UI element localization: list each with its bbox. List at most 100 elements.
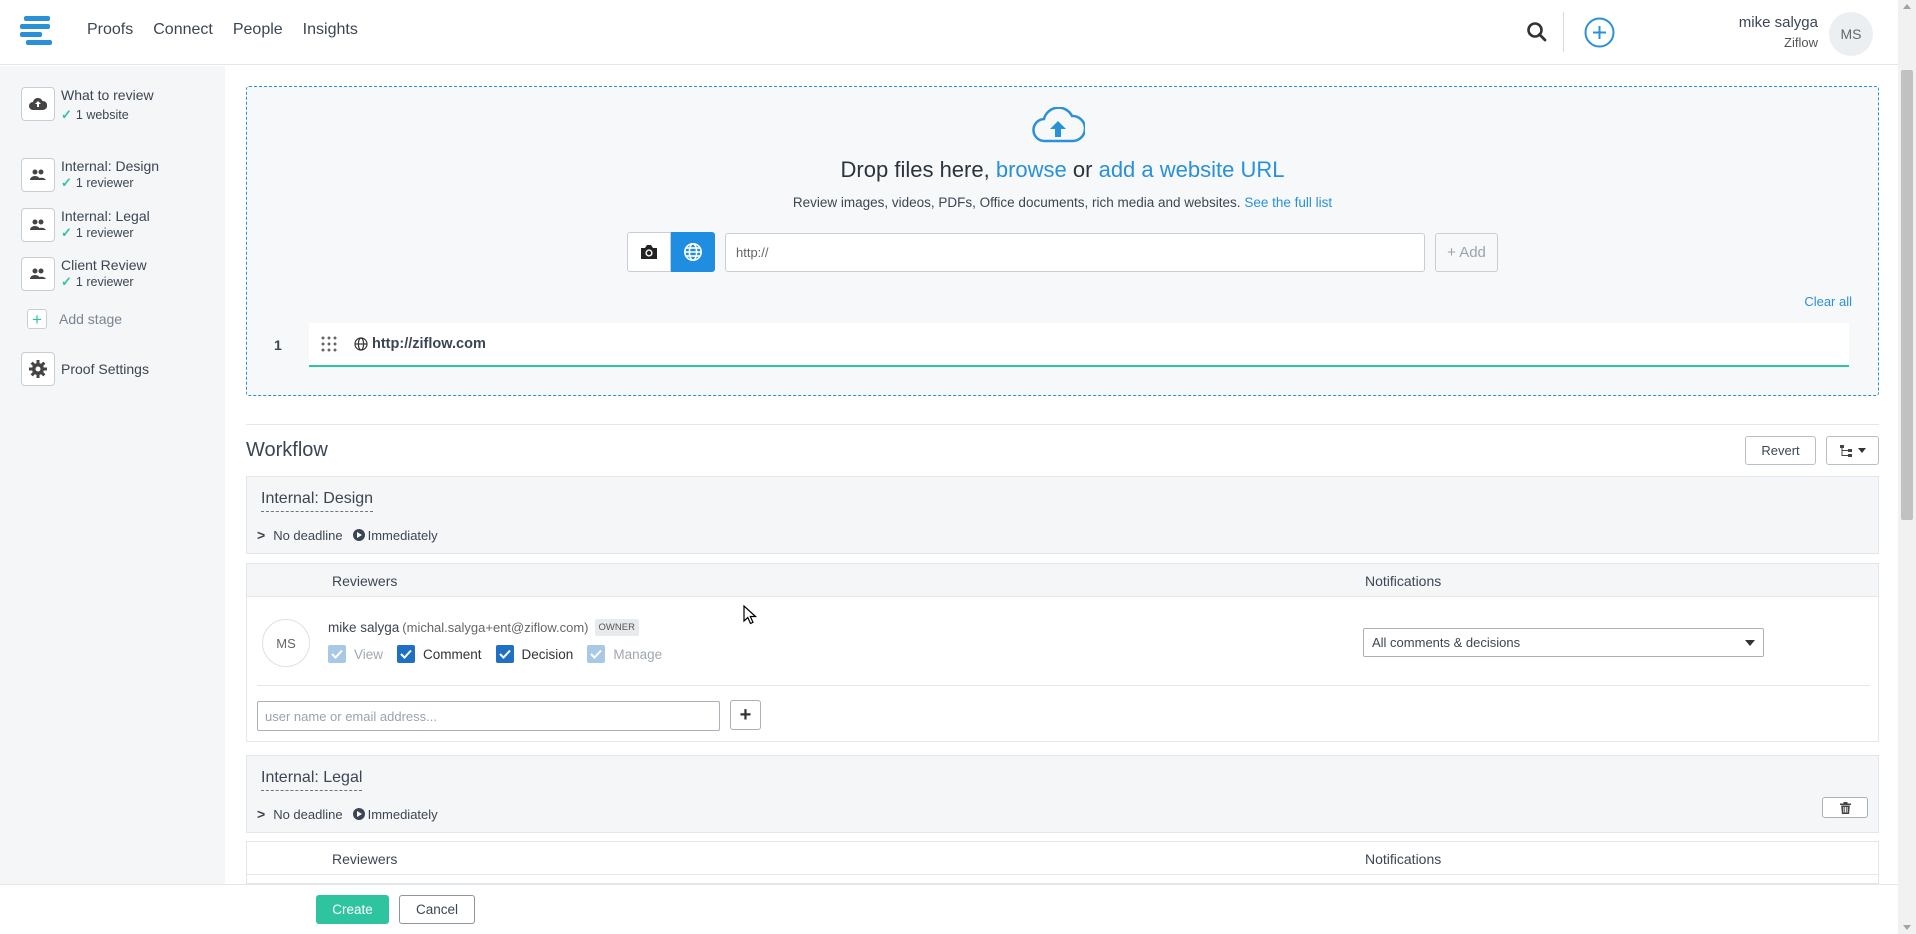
notifications-column-header: Notifications — [1365, 573, 1442, 589]
reviewer-email: (michal.salyga+ent@ziflow.com) — [402, 620, 589, 635]
proof-steps-sidebar: What to review ✓ 1 website Internal: Desi… — [0, 66, 225, 884]
create-button[interactable]: Create — [316, 895, 389, 924]
sidebar-item-sub: 1 reviewer — [75, 275, 134, 289]
people-icon — [21, 257, 55, 291]
globe-icon — [354, 337, 368, 351]
sidebar-item-internal-design[interactable]: Internal: Design ✓ 1 reviewer — [21, 158, 159, 192]
nav-people[interactable]: People — [233, 21, 283, 39]
stage-start-timing[interactable]: Immediately — [368, 807, 438, 822]
browse-link[interactable]: browse — [996, 157, 1067, 182]
website-url-input[interactable] — [725, 233, 1425, 272]
sidebar-item-internal-legal[interactable]: Internal: Legal ✓ 1 reviewer — [21, 208, 150, 242]
sidebar-item-label: Internal: Legal — [61, 208, 150, 224]
section-divider — [246, 424, 1879, 425]
formats-description: Review images, videos, PDFs, Office docu… — [792, 195, 1241, 210]
sidebar-item-label: Client Review — [61, 257, 147, 273]
check-icon: ✓ — [61, 225, 72, 240]
chevron-down-icon — [1857, 448, 1866, 453]
add-reviewer-button[interactable]: + — [730, 700, 761, 730]
add-website-url-link[interactable]: add a website URL — [1099, 157, 1285, 182]
page-scrollbar[interactable] — [1898, 0, 1916, 934]
action-footer: Create Cancel — [0, 884, 1898, 934]
add-url-button[interactable]: + Add — [1435, 233, 1498, 272]
scroll-down-arrow-icon[interactable] — [1903, 925, 1911, 930]
workflow-template-dropdown[interactable] — [1826, 436, 1879, 465]
nav-insights[interactable]: Insights — [303, 21, 358, 39]
caret-down-icon — [1745, 640, 1755, 646]
sidebar-item-what-to-review[interactable]: What to review ✓ 1 website — [21, 87, 154, 123]
scrollbar-thumb[interactable] — [1901, 70, 1913, 520]
file-url: http://ziflow.com — [372, 336, 486, 352]
drop-title: Drop files here, browse or add a website… — [247, 157, 1878, 183]
sidebar-item-sub: 1 reviewer — [75, 176, 134, 190]
tree-icon — [1839, 444, 1852, 457]
screenshot-mode-button[interactable] — [627, 232, 671, 272]
ziflow-logo-icon[interactable] — [20, 16, 52, 46]
file-drop-zone[interactable]: Drop files here, browse or add a website… — [246, 86, 1879, 396]
chevron-right-icon[interactable]: > — [257, 806, 265, 822]
reviewers-column-header: Reviewers — [332, 573, 398, 589]
stage-name[interactable]: Internal: Legal — [261, 769, 363, 791]
delete-stage-button[interactable] — [1822, 797, 1868, 818]
sidebar-item-client-review[interactable]: Client Review ✓ 1 reviewer — [21, 257, 147, 291]
header-divider — [1563, 12, 1564, 52]
nav-connect[interactable]: Connect — [153, 21, 213, 39]
drop-title-or: or — [1072, 157, 1093, 182]
camera-icon — [641, 245, 657, 259]
stage-name[interactable]: Internal: Design — [261, 490, 374, 512]
clear-all-link[interactable]: Clear all — [1804, 294, 1852, 309]
people-icon — [21, 158, 55, 192]
stage-deadline: No deadline — [273, 806, 343, 822]
cloud-upload-icon — [21, 87, 55, 121]
cloud-upload-icon — [1032, 107, 1085, 143]
add-stage-button[interactable]: + Add stage — [27, 309, 122, 329]
sidebar-item-label: What to review — [61, 87, 154, 103]
gear-icon — [21, 352, 55, 386]
cancel-button[interactable]: Cancel — [399, 895, 475, 924]
permission-view[interactable]: View — [328, 645, 383, 663]
stage-header-internal-legal: Internal: Legal > No deadline Immediatel… — [246, 755, 1879, 833]
notification-level-select[interactable]: All comments & decisions — [1363, 628, 1764, 657]
sidebar-item-sub: 1 reviewer — [75, 226, 134, 240]
reviewer-info: mike salyga (michal.salyga+ent@ziflow.co… — [328, 619, 639, 636]
permission-manage[interactable]: Manage — [587, 645, 662, 663]
checkbox-checked-icon — [495, 645, 514, 663]
reviewer-avatar: MS — [262, 619, 310, 667]
permission-decision[interactable]: Decision — [495, 645, 574, 663]
website-mode-button[interactable] — [671, 232, 715, 272]
user-name[interactable]: mike salyga — [1739, 14, 1818, 31]
check-icon: ✓ — [61, 274, 72, 289]
add-stage-label: Add stage — [59, 311, 123, 327]
checkbox-checked-icon — [328, 645, 346, 663]
check-icon: ✓ — [61, 175, 72, 190]
revert-button[interactable]: Revert — [1745, 436, 1816, 465]
permission-label: Decision — [521, 646, 574, 662]
see-full-list-link[interactable]: See the full list — [1244, 195, 1332, 210]
reviewer-permissions: View Comment Decision Manage — [328, 645, 676, 663]
user-avatar[interactable]: MS — [1829, 12, 1873, 56]
drag-handle-icon[interactable] — [320, 335, 338, 353]
permission-comment[interactable]: Comment — [397, 645, 482, 663]
stage-header-internal-design: Internal: Design > No deadline Immediate… — [246, 476, 1879, 554]
scroll-up-arrow-icon[interactable] — [1903, 4, 1911, 9]
sidebar-item-proof-settings[interactable]: Proof Settings — [21, 352, 149, 386]
play-clock-icon — [352, 808, 365, 820]
permission-label: View — [354, 646, 384, 662]
chevron-right-icon[interactable]: > — [257, 527, 265, 543]
user-organization: Ziflow — [1784, 35, 1818, 50]
file-list-item[interactable]: http://ziflow.com — [309, 323, 1849, 367]
row-divider — [257, 685, 1870, 686]
notifications-column-header: Notifications — [1365, 851, 1442, 867]
drop-title-text: Drop files here, — [840, 157, 990, 182]
reviewer-name: mike salyga — [328, 620, 400, 635]
create-plus-icon[interactable] — [1584, 17, 1615, 48]
globe-icon — [684, 243, 702, 261]
search-icon[interactable] — [1526, 21, 1548, 43]
stage-reviewers-internal-design: Reviewers Notifications MS mike salyga (… — [246, 563, 1879, 742]
sidebar-item-sub: 1 website — [75, 108, 129, 122]
checkbox-checked-icon — [587, 645, 606, 663]
trash-icon — [1839, 801, 1851, 814]
add-reviewer-input[interactable] — [257, 701, 720, 731]
stage-start-timing[interactable]: Immediately — [368, 528, 438, 543]
nav-proofs[interactable]: Proofs — [87, 21, 133, 39]
